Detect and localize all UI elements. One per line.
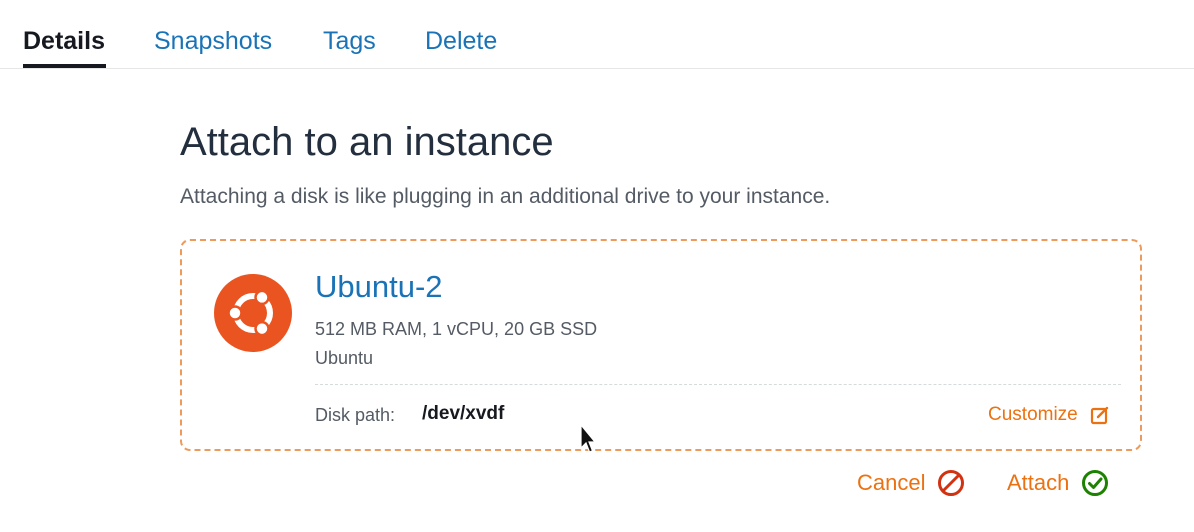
mouse-cursor-icon <box>580 423 597 454</box>
active-tab-indicator <box>23 64 106 68</box>
page-title: Attach to an instance <box>180 120 554 164</box>
instance-specs: 512 MB RAM, 1 vCPU, 20 GB SSD <box>315 319 598 339</box>
check-circle-icon <box>1081 469 1109 497</box>
tab-tags[interactable]: Tags <box>323 26 376 56</box>
customize-button[interactable]: Customize <box>988 402 1110 428</box>
page-description: Attaching a disk is like plugging in an … <box>180 185 831 208</box>
disk-path-label: Disk path: <box>315 405 396 425</box>
tab-details[interactable]: Details <box>23 26 105 56</box>
cancel-icon <box>937 469 965 497</box>
ubuntu-logo-icon <box>214 274 292 352</box>
attach-label: Attach <box>1007 470 1070 495</box>
cancel-button[interactable]: Cancel <box>857 468 965 498</box>
cancel-label: Cancel <box>857 470 926 495</box>
disk-path-value: /dev/xvdf <box>422 403 505 424</box>
tab-bar: Details Snapshots Tags Delete <box>0 0 1194 69</box>
tab-snapshots[interactable]: Snapshots <box>154 26 272 56</box>
instance-name-link[interactable]: Ubuntu-2 <box>315 268 443 306</box>
tab-delete[interactable]: Delete <box>425 26 497 56</box>
customize-label: Customize <box>988 404 1078 425</box>
edit-icon <box>1090 405 1110 425</box>
attach-button[interactable]: Attach <box>1007 468 1109 498</box>
card-divider <box>315 384 1121 385</box>
instance-os: Ubuntu <box>315 348 374 368</box>
